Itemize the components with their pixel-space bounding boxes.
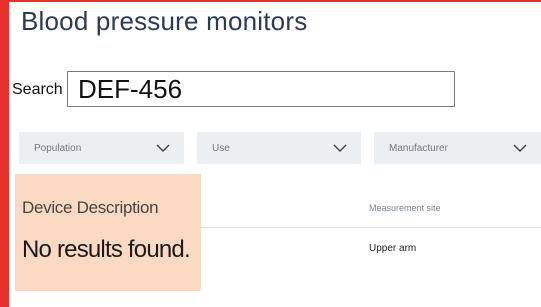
table-row-divider xyxy=(201,227,541,228)
search-input[interactable] xyxy=(67,71,455,107)
left-accent-bar xyxy=(0,0,9,307)
chevron-down-icon xyxy=(513,144,527,152)
chevron-down-icon xyxy=(333,144,347,152)
population-filter-label: Population xyxy=(34,142,82,154)
measurement-site-header: Measurement site xyxy=(369,203,441,213)
use-filter-label: Use xyxy=(212,142,230,154)
device-description-header: Device Description xyxy=(22,198,159,217)
page-title: Blood pressure monitors xyxy=(21,6,308,36)
chevron-down-icon xyxy=(156,144,170,152)
device-description-panel: Device Description No results found. xyxy=(15,174,201,291)
population-filter-dropdown[interactable]: Population xyxy=(19,132,184,164)
search-label: Search xyxy=(12,81,63,98)
manufacturer-filter-label: Manufacturer xyxy=(389,142,448,154)
no-results-message: No results found. xyxy=(22,236,191,263)
manufacturer-filter-dropdown[interactable]: Manufacturer xyxy=(374,132,541,164)
top-accent-bar xyxy=(0,0,541,2)
measurement-site-cell: Upper arm xyxy=(369,243,417,254)
use-filter-dropdown[interactable]: Use xyxy=(197,132,361,164)
